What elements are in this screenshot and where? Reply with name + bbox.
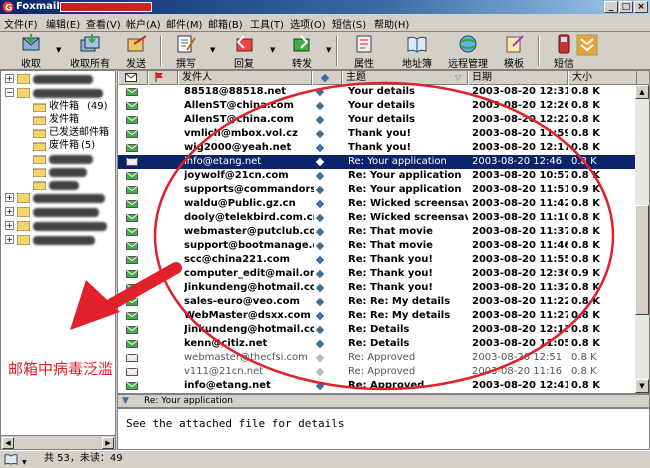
annotation-arrow-head bbox=[70, 280, 120, 330]
annotation-caption: 邮箱中病毒泛滥 bbox=[8, 360, 114, 378]
annotation-overlay bbox=[70, 81, 615, 391]
annotation-ellipse bbox=[153, 81, 615, 391]
